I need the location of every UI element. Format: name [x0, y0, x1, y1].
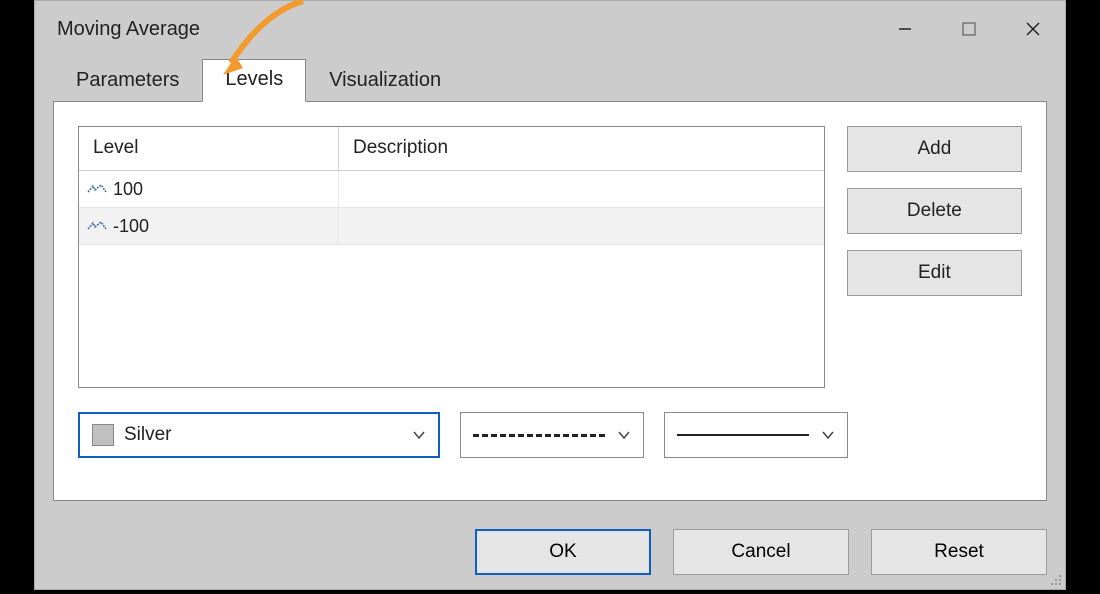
close-button[interactable] [1001, 1, 1065, 57]
moving-average-dialog: Moving Average Parameters Levels Visuali… [34, 0, 1066, 590]
ok-button[interactable]: OK [475, 529, 651, 575]
edit-button[interactable]: Edit [847, 250, 1022, 296]
side-buttons: Add Delete Edit [847, 126, 1022, 388]
level-value: 100 [113, 179, 143, 200]
level-value: -100 [113, 216, 149, 237]
color-name: Silver [124, 424, 172, 446]
add-button[interactable]: Add [847, 126, 1022, 172]
column-header-description[interactable]: Description [339, 127, 824, 170]
reset-button[interactable]: Reset [871, 529, 1047, 575]
window-controls [873, 1, 1065, 57]
levels-table[interactable]: Level Description 100 [78, 126, 825, 388]
tab-levels[interactable]: Levels [202, 59, 306, 102]
style-controls: Silver [78, 412, 1022, 458]
window-title: Moving Average [57, 18, 200, 41]
dialog-buttons: OK Cancel Reset [475, 529, 1047, 575]
solid-line-icon [677, 434, 809, 436]
titlebar: Moving Average [35, 1, 1065, 57]
minimize-button[interactable] [873, 1, 937, 57]
table-row[interactable]: 100 [79, 171, 824, 208]
tab-visualization[interactable]: Visualization [306, 60, 464, 102]
tab-strip: Parameters Levels Visualization [35, 57, 1065, 101]
levels-panel: Level Description 100 [53, 101, 1047, 501]
color-swatch-icon [92, 424, 114, 446]
color-dropdown[interactable]: Silver [78, 412, 440, 458]
maximize-button[interactable] [937, 1, 1001, 57]
chevron-down-icon [617, 428, 631, 442]
table-row[interactable]: -100 [79, 208, 824, 245]
dashed-line-icon [473, 434, 605, 437]
resize-grip-icon[interactable] [1047, 571, 1063, 587]
level-line-icon [87, 182, 105, 196]
column-header-level[interactable]: Level [79, 127, 339, 170]
line-style-dropdown[interactable] [460, 412, 644, 458]
chevron-down-icon [412, 428, 426, 442]
line-width-dropdown[interactable] [664, 412, 848, 458]
level-line-icon [87, 219, 105, 233]
chevron-down-icon [821, 428, 835, 442]
table-header: Level Description [79, 127, 824, 171]
cancel-button[interactable]: Cancel [673, 529, 849, 575]
tab-parameters[interactable]: Parameters [53, 60, 202, 102]
delete-button[interactable]: Delete [847, 188, 1022, 234]
